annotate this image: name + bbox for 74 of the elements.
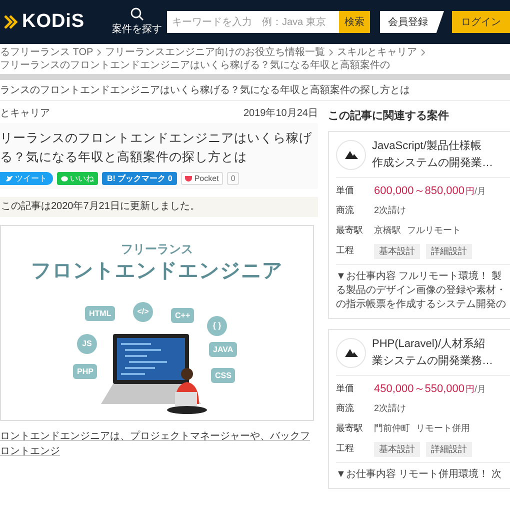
pocket-button[interactable]: Pocket [181,172,223,185]
field-label: 最寄駅 [336,422,364,436]
chevron-icon [421,49,426,56]
code-bubble: HTML [85,306,116,321]
job-card[interactable]: JavaScript/製品仕様帳 作成システムの開発業… 単価 600,000～850,000 円/月 商流 2次請け 最寄駅 京橋駅 フルリモート 工程 基本設計 詳細設計 ▼お仕事内容 フルリモート環境！ 製 る製品のデザイン画像の登録や素材・ の指示帳票を作成するシステム開発の [328,131,510,319]
pocket-icon [185,175,192,182]
job-description-line: ▼お仕事内容 リモート併用環境！ 次 [336,468,502,482]
job-title[interactable]: 作成システムの開発業… [372,155,493,172]
field-label: 最寄駅 [336,224,364,238]
code-bubble: JS [77,334,97,354]
field-value: フルリモート [407,224,461,238]
process-tag: 詳細設計 [426,244,472,258]
code-bubble: C++ [171,308,194,323]
price-unit: 円 [466,382,475,396]
intro-text: ロントエンドエンジニアは、プロジェクトマネージャーや、バックフロントエンジ [0,430,311,459]
job-card[interactable]: PHP(Laravel)/人材系紹 業システムの開発業務… 単価 450,000～550,000 円/月 商流 2次請け 最寄駅 門前仲町 リモート併用 工程 基本設計 詳細設計 ▼お仕事内容 リモート併用環境！ 次 [328,329,510,489]
code-bubble: PHP [73,364,98,379]
process-tag: 基本設計 [374,244,420,258]
breadcrumb-link[interactable]: フリーランスのフロントエンドエンジニアはいくら稼げる？気になる年収と高額案件の [0,59,390,72]
logo-mark-icon [4,15,18,29]
field-value: リモート併用 [416,422,470,436]
search-icon [130,7,144,21]
field-value: 京橋駅 [374,224,401,238]
breadcrumb-link[interactable]: るフリーランス TOP [0,46,94,59]
job-title[interactable]: 業システムの開発業務… [372,353,493,370]
job-description-line: ▼お仕事内容 フルリモート環境！ 製 [336,270,502,284]
field-value: 2次請け [374,402,406,416]
article-title: リーランスのフロントエンドエンジニアはいくら稼げる？気になる年収と高額案件の探し方とは [0,130,313,166]
register-button[interactable]: 会員登録 [380,11,444,33]
site-logo[interactable]: KODiS [22,8,85,36]
image-caption: フリーランス [120,241,194,258]
chevron-icon [329,49,334,56]
field-value: 門前仲町 [374,422,410,436]
code-bubble: </> [133,302,153,322]
price-value: 600,000～850,000 [374,184,465,199]
post-date: 2019年10月24日 [244,106,318,120]
field-label: 工程 [336,244,355,258]
image-headline: フロントエンドエンジニア [30,259,284,284]
company-logo-icon [336,338,366,368]
job-title[interactable]: PHP(Laravel)/人材系紹 [372,336,493,353]
company-logo-icon [336,140,366,170]
search-button[interactable]: 検索 [339,11,370,33]
field-label: 商流 [336,402,355,416]
chat-bubble-icon [61,176,68,182]
category-label: とキャリア [0,106,50,120]
process-tag: 基本設計 [374,442,420,456]
field-value: 2次請け [374,204,406,218]
field-label: 単価 [336,382,355,396]
code-bubble: CSS [211,368,236,383]
field-label: 工程 [336,442,355,456]
price-unit: 円 [466,184,475,198]
price-period: /月 [474,184,486,198]
find-jobs-button[interactable]: 案件を探す [112,7,162,37]
share-count: 0 [226,172,240,185]
code-bubble: JAVA [209,342,238,357]
chevron-icon [97,49,102,56]
bird-icon [6,176,13,182]
code-bubble: { } [207,316,227,336]
process-tag: 詳細設計 [426,442,472,456]
sidebar-heading: この記事に関連する案件 [328,108,450,124]
search-field[interactable]: キーワードを入力 例：Java 東京 [167,11,339,33]
field-label: 商流 [336,204,355,218]
login-button[interactable]: ログイン [452,11,510,33]
job-description-line: の指示帳票を作成するシステム開発の [336,298,507,312]
price-value: 450,000～550,000 [374,382,465,397]
price-period: /月 [474,382,486,396]
update-notice: この記事は2020年7月21日に更新しました。 [0,197,318,217]
job-title[interactable]: JavaScript/製品仕様帳 [372,138,493,155]
breadcrumb-link[interactable]: スキルとキャリア [337,46,418,59]
bookmark-button[interactable]: B! ブックマーク 0 [102,172,178,185]
breadcrumb-link[interactable]: フリーランスエンジニア向けのお役立ち情報一覧 [105,46,326,59]
page-title: ランスのフロントエンドエンジニアはいくら稼げる？気になる年収と高額案件の探し方とは [0,80,510,101]
job-description-line: る製品のデザイン画像の登録や素材・ [336,284,507,298]
field-label: 単価 [336,184,355,198]
